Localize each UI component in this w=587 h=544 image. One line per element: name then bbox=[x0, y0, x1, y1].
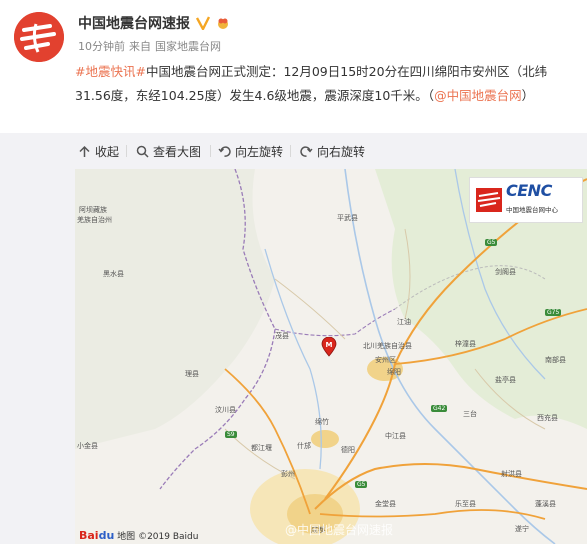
cenc-mark-icon bbox=[476, 188, 502, 212]
map-label-lezhi: 乐至县 bbox=[455, 500, 476, 508]
map-label-shifang: 什邡 bbox=[297, 442, 311, 450]
baidu-attribution: Baidu 地图 ©2019 Baidu bbox=[79, 529, 198, 542]
post-text: #地震快讯#中国地震台网正式测定：12月09日15时20分在四川绵阳市安州区（北… bbox=[75, 60, 580, 108]
cenc-logo-text: CENC bbox=[506, 181, 552, 200]
road-badge: G42 bbox=[431, 405, 448, 412]
map-label-xichong: 西充县 bbox=[537, 414, 558, 422]
map-label-jiangyou: 江油 bbox=[397, 318, 411, 326]
weibo-watermark: @中国地震台网速报 bbox=[285, 523, 394, 537]
verified-badge-icon bbox=[196, 16, 210, 30]
svg-text:M: M bbox=[326, 341, 333, 349]
road-badge: S9 bbox=[225, 431, 237, 438]
rotate-left-icon bbox=[218, 146, 231, 157]
map-label-deyang: 德阳 bbox=[341, 446, 355, 454]
rotate-left-button[interactable]: 向左旋转 bbox=[218, 143, 283, 160]
map-label-zhongjiang: 中江县 bbox=[385, 432, 406, 440]
magnifier-icon bbox=[136, 145, 149, 158]
cenc-avatar-icon bbox=[14, 12, 64, 62]
avatar[interactable] bbox=[14, 12, 64, 62]
rotate-right-icon bbox=[300, 146, 313, 157]
rotate-right-label: 向右旋转 bbox=[317, 145, 366, 159]
map-label-dujiangyan: 都江堰 bbox=[251, 444, 272, 452]
earthquake-map[interactable]: 阿坝藏族 羌族自治州 平武县 黑水县 茂县 理县 北川羌族自治县 安州区 绵阳 … bbox=[75, 169, 587, 544]
map-label-aba: 阿坝藏族 bbox=[79, 206, 107, 214]
rotate-right-button[interactable]: 向右旋转 bbox=[300, 143, 365, 160]
post-header: 中国地震台网速报 10分钟前 来自 国家地震台网 bbox=[0, 0, 587, 62]
toolbar-divider bbox=[290, 145, 291, 157]
map-label-anzhou: 安州区 bbox=[375, 356, 396, 364]
epicenter-marker-icon[interactable]: M bbox=[321, 337, 337, 357]
post-time[interactable]: 10分钟前 bbox=[78, 38, 125, 54]
medal-icon[interactable] bbox=[216, 16, 230, 30]
road-badge: G75 bbox=[545, 309, 562, 316]
map-label-beichuan: 北川羌族自治县 bbox=[363, 342, 412, 350]
view-large-button[interactable]: 查看大图 bbox=[136, 143, 201, 160]
cenc-logo-subtitle: 中国地震台网中心 bbox=[506, 206, 558, 214]
map-label-wenchuan: 汶川县 bbox=[215, 406, 236, 414]
baidu-logo-du: du bbox=[98, 529, 115, 542]
map-label-suining: 遂宁 bbox=[515, 525, 529, 533]
road-badge: G5 bbox=[355, 481, 368, 488]
map-label-yanting: 盐亭县 bbox=[495, 376, 516, 384]
map-label-zitong: 梓潼县 bbox=[455, 340, 476, 348]
baidu-logo-bai: Bai bbox=[79, 529, 99, 542]
from-label: 来自 bbox=[129, 40, 151, 53]
map-label-shehong: 射洪县 bbox=[501, 470, 522, 478]
map-label-pengxi: 蓬溪县 bbox=[535, 500, 556, 508]
collapse-button[interactable]: 收起 bbox=[78, 143, 119, 160]
map-label-nanbu: 南部县 bbox=[545, 356, 566, 364]
arrow-up-icon bbox=[79, 145, 90, 157]
image-toolbar: 收起 查看大图 向左旋转 向右旋转 bbox=[0, 133, 587, 169]
toolbar-divider bbox=[210, 145, 211, 157]
mention-link[interactable]: @中国地震台网 bbox=[434, 88, 522, 103]
toolbar-divider bbox=[126, 145, 127, 157]
baidu-ditu: 地图 bbox=[117, 532, 136, 542]
map-image-container: 阿坝藏族 羌族自治州 平武县 黑水县 茂县 理县 北川羌族自治县 安州区 绵阳 … bbox=[0, 169, 587, 544]
map-label-mianzhu: 绵竹 bbox=[315, 418, 329, 426]
map-copyright: ©2019 Baidu bbox=[138, 532, 199, 542]
rotate-left-label: 向左旋转 bbox=[235, 145, 284, 159]
account-name[interactable]: 中国地震台网速报 bbox=[78, 13, 190, 33]
map-label-pingwu: 平武县 bbox=[337, 214, 358, 222]
road-badge: G5 bbox=[485, 239, 498, 246]
post-tail: ） bbox=[521, 88, 535, 103]
hashtag-link[interactable]: #地震快讯# bbox=[75, 64, 146, 79]
map-label-pengzhou: 彭州 bbox=[281, 470, 295, 478]
collapse-label: 收起 bbox=[95, 145, 120, 159]
map-label-santai: 三台 bbox=[463, 410, 477, 418]
map-label-lixian: 理县 bbox=[185, 370, 199, 378]
view-large-label: 查看大图 bbox=[153, 145, 202, 159]
map-label-maoxian: 茂县 bbox=[275, 332, 289, 340]
map-label-aba2: 羌族自治州 bbox=[77, 216, 112, 224]
map-label-jintang: 金堂县 bbox=[375, 500, 396, 508]
cenc-logo: CENC 中国地震台网中心 bbox=[469, 177, 583, 223]
map-label-heishui: 黑水县 bbox=[103, 270, 124, 278]
map-label-jiange: 剑阁县 bbox=[495, 268, 516, 276]
map-label-xiaojin: 小金县 bbox=[77, 442, 98, 450]
map-label-mianyang: 绵阳 bbox=[387, 368, 401, 376]
post-source[interactable]: 国家地震台网 bbox=[155, 38, 221, 54]
